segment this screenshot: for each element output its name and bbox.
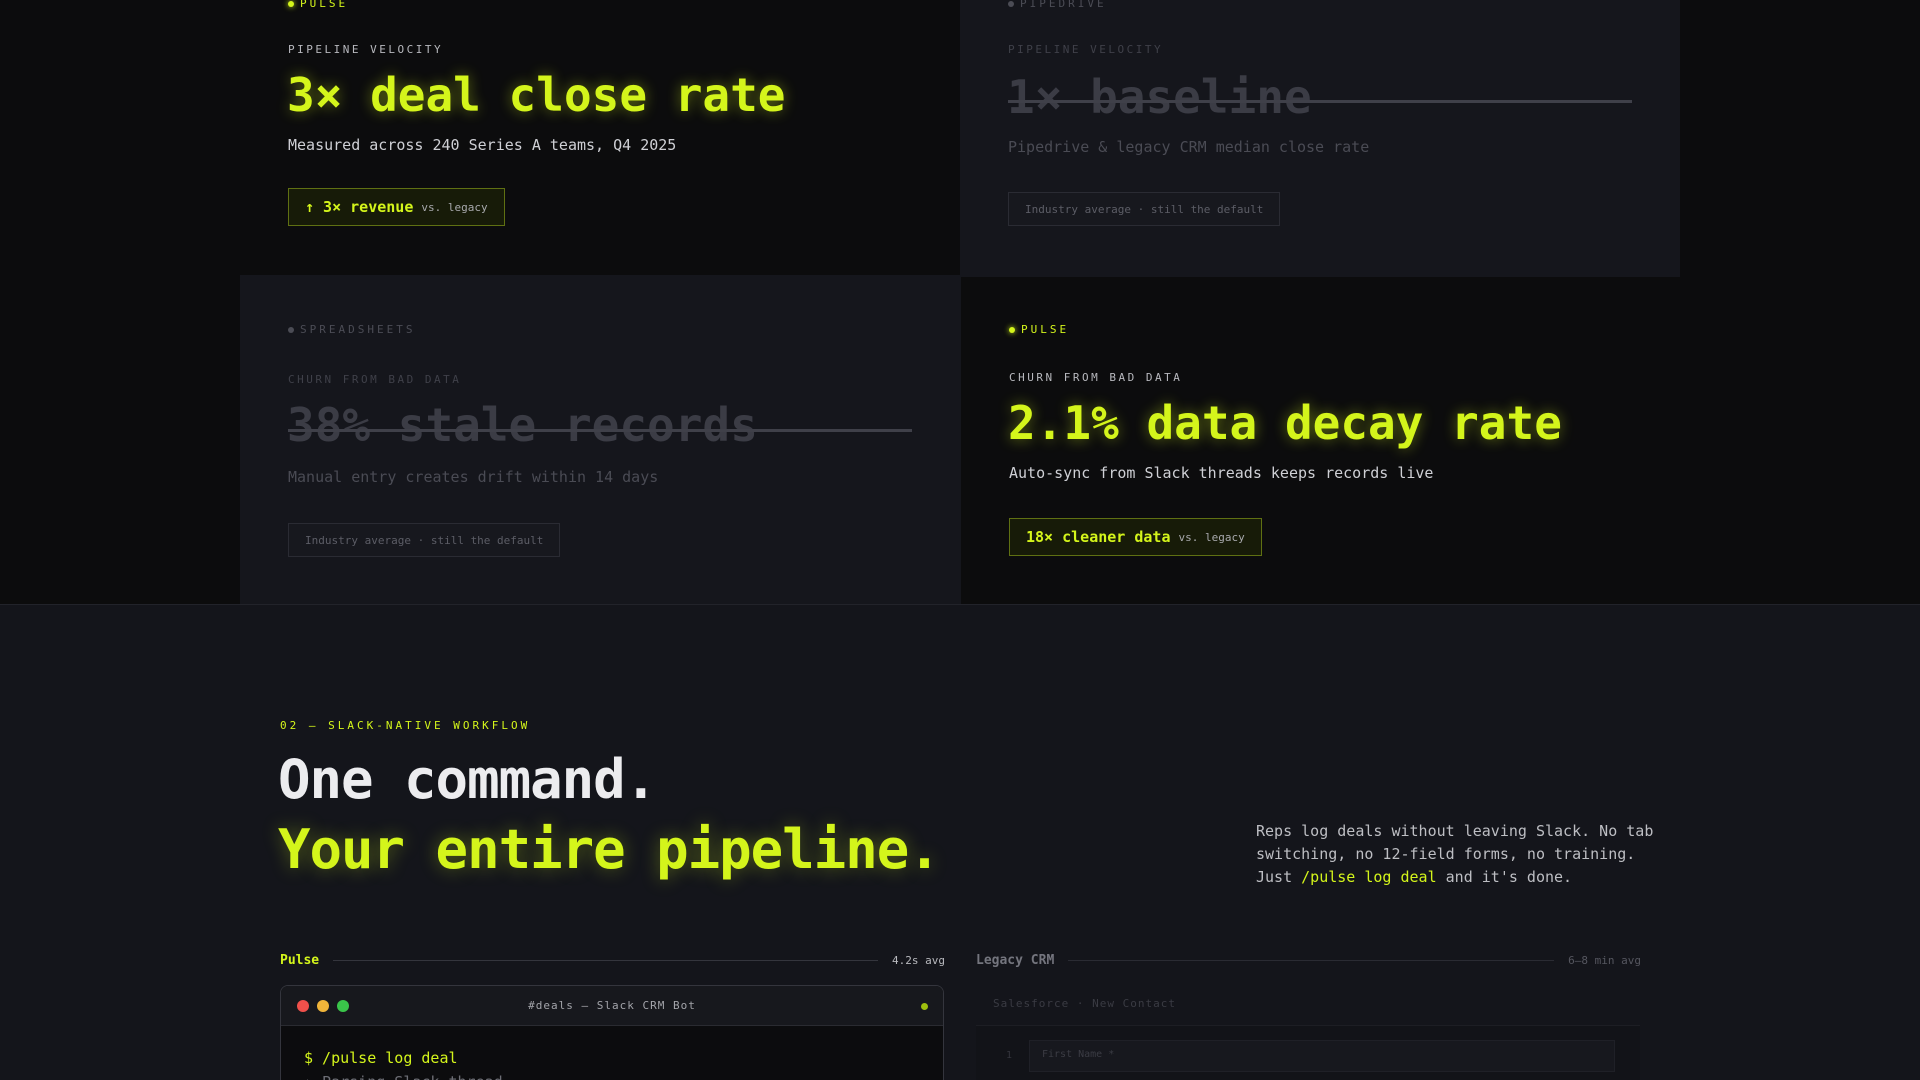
legacy-panel-timing: 6–8 min avg <box>1568 953 1641 967</box>
legacy-crm-form: Salesforce · New Contact 1 First Name * <box>976 985 1640 1080</box>
form-title: Salesforce · New Contact <box>993 997 1176 1010</box>
industry-average-badge: Industry average · still the default <box>288 523 561 557</box>
status-dot-icon <box>1008 0 1014 7</box>
metric-subtext: Manual entry creates drift within 14 day… <box>288 468 659 486</box>
metric-headline: 1× baseline <box>1007 70 1312 124</box>
section-description: Reps log deals without leaving Slack. No… <box>1256 820 1656 889</box>
status-dot-icon <box>288 0 294 7</box>
metric-headline: 2.1% data decay rate <box>1008 396 1562 450</box>
pulse-tag-label: PULSE <box>1021 323 1070 336</box>
slack-terminal-window: #deals — Slack CRM Bot $ /pulse log deal… <box>280 985 944 1080</box>
legacy-panel-name: Legacy CRM <box>976 952 1055 968</box>
pulse-tag: PULSE <box>1009 323 1069 336</box>
pulse-tag-label: PULSE <box>300 0 349 10</box>
metric-headline: 38% stale records <box>287 398 758 452</box>
background-left <box>0 0 240 605</box>
pulse-panel-timing: 4.2s avg <box>892 953 945 967</box>
pulse-tag: PULSE <box>288 0 348 10</box>
comparison-grid: PULSE PIPELINE VELOCITY 3× deal close ra… <box>240 0 1680 605</box>
pulse-panel-name: Pulse <box>280 952 320 968</box>
metric-label: CHURN FROM BAD DATA <box>1009 371 1183 384</box>
legacy-tag-label: PIPEDRIVE <box>1020 0 1107 10</box>
legacy-velocity-card: PIPEDRIVE PIPELINE VELOCITY 1× baseline … <box>960 0 1680 277</box>
industry-average-badge: Industry average · still the default <box>1008 192 1281 226</box>
improvement-badge-note: vs. legacy <box>1178 530 1245 544</box>
pulse-churn-card: PULSE CHURN FROM BAD DATA 2.1% data deca… <box>961 277 1680 605</box>
metric-subtext: Measured across 240 Series A teams, Q4 2… <box>288 136 677 154</box>
improvement-badge-value: 18× cleaner data <box>1026 528 1171 546</box>
terminal-command: $ /pulse log deal <box>304 1049 458 1067</box>
metric-label: PIPELINE VELOCITY <box>1008 43 1164 56</box>
terminal-output: › Parsing Slack thread... <box>304 1070 920 1080</box>
pulse-panel-header: Pulse 4.2s avg <box>280 950 945 970</box>
legacy-tag-label: SPREADSHEETS <box>300 323 416 336</box>
field-number: 1 <box>1006 1050 1013 1061</box>
section-title-line2: Your entire pipeline. <box>278 818 941 881</box>
background-right <box>1680 0 1920 605</box>
metric-label: CHURN FROM BAD DATA <box>288 373 462 386</box>
header-rule <box>1068 959 1555 961</box>
form-body: 1 First Name * <box>976 1025 1640 1080</box>
improvement-badge: ↑ 3× revenue vs. legacy <box>288 188 505 226</box>
legacy-tag: SPREADSHEETS <box>288 323 415 336</box>
description-command: /pulse log deal <box>1301 868 1437 886</box>
metric-label: PIPELINE VELOCITY <box>288 43 444 56</box>
pulse-velocity-card: PULSE PIPELINE VELOCITY 3× deal close ra… <box>240 0 960 275</box>
metric-subtext: Pipedrive & legacy CRM median close rate <box>1008 138 1370 156</box>
terminal-body: $ /pulse log deal › Parsing Slack thread… <box>281 1026 943 1080</box>
section-eyebrow: 02 — SLACK-NATIVE WORKFLOW <box>280 719 531 732</box>
legacy-tag: PIPEDRIVE <box>1008 0 1107 10</box>
legacy-panel-header: Legacy CRM 6–8 min avg <box>976 950 1641 970</box>
section-title-line1: One command. <box>278 748 657 811</box>
online-status-icon <box>921 1003 928 1010</box>
improvement-badge: 18× cleaner data vs. legacy <box>1009 518 1262 556</box>
header-rule <box>333 959 879 961</box>
terminal-titlebar: #deals — Slack CRM Bot <box>281 986 943 1026</box>
description-text-end: and it's done. <box>1436 868 1573 886</box>
terminal-title: #deals — Slack CRM Bot <box>528 999 696 1012</box>
legacy-churn-card: SPREADSHEETS CHURN FROM BAD DATA 38% sta… <box>240 275 961 605</box>
strikethrough-line <box>1008 100 1632 103</box>
metric-headline: 3× deal close rate <box>287 68 786 122</box>
section-divider <box>0 604 1920 605</box>
first-name-field[interactable]: First Name * <box>1029 1040 1615 1072</box>
status-dot-icon <box>1009 326 1015 333</box>
status-dot-icon <box>288 326 294 333</box>
improvement-badge-note: vs. legacy <box>421 200 488 214</box>
metric-subtext: Auto-sync from Slack threads keeps recor… <box>1009 464 1434 482</box>
improvement-badge-value: ↑ 3× revenue <box>305 198 414 216</box>
strikethrough-line <box>288 429 912 432</box>
